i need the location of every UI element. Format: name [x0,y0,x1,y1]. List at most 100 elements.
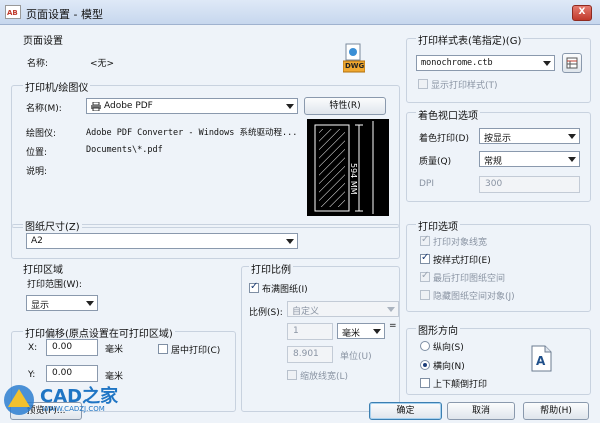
chevron-down-icon [387,307,395,312]
plot-with-styles-checkbox[interactable] [420,252,430,264]
plotter-value: Adobe PDF Converter - Windows 系统驱动程... [86,128,298,138]
autocad-app-icon: AB [5,5,21,19]
paper-size-group-label: 图纸尺寸(Z) [23,218,82,233]
shade-plot-label: 着色打印(D) [419,134,469,144]
close-button[interactable]: X [572,5,592,21]
edit-plot-style-button[interactable] [562,53,582,73]
ok-button[interactable]: 确定 [369,402,442,420]
window-title: 页面设置 - 模型 [26,8,103,21]
landscape-radio[interactable] [420,360,430,370]
display-plot-styles-label: 显示打印样式(T) [431,81,498,91]
plot-with-styles-label: 按样式打印(E) [433,256,491,266]
scale-units-value: 8.901 [293,349,319,359]
plot-paperspace-last-checkbox[interactable] [420,270,430,282]
scale-units-label: 单位(U) [340,352,372,362]
offset-x-value: 0.00 [52,342,73,352]
paper-size-select[interactable]: A2 [26,233,298,249]
hide-paperspace-objects-checkbox[interactable] [420,290,430,300]
plot-object-lineweights-checkbox[interactable] [420,234,430,246]
preview-button[interactable]: 预览(P)... [10,402,82,420]
offset-x-input[interactable]: 0.00 [46,339,98,356]
plot-range-value: 显示 [31,301,50,311]
drawing-orientation-group-label: 图形方向 [416,322,460,337]
center-plot-checkbox[interactable] [158,344,168,354]
chevron-down-icon [373,329,381,334]
plot-offset-group-label: 打印偏移(原点设置在可打印区域) [23,325,175,340]
plot-paperspace-last-label: 最后打印图纸空间 [433,274,506,284]
offset-x-unit: 毫米 [105,345,124,355]
upside-down-label: 上下颠倒打印 [433,380,488,390]
orientation-page-icon: A [531,345,552,372]
edit-table-icon [566,57,578,69]
offset-y-value: 0.00 [52,368,73,378]
portrait-radio[interactable] [420,341,430,351]
scale-inches-input[interactable]: 1 [287,323,333,340]
landscape-label: 横向(N) [433,362,465,372]
quality-select[interactable]: 常规 [479,151,580,167]
chevron-down-icon [286,104,294,109]
offset-y-input[interactable]: 0.00 [46,365,98,382]
scale-inches-value: 1 [293,326,299,336]
printer-properties-button[interactable]: 特性(R) [304,97,386,115]
location-label: 位置: [26,148,48,158]
scale-lineweights-label: 缩放线宽(L) [300,372,349,382]
cancel-button[interactable]: 取消 [447,402,515,420]
orientation-icon-letter: A [536,354,546,368]
help-button[interactable]: 帮助(H) [523,402,589,420]
paper-preview: 594 MM [307,119,389,216]
chevron-down-icon [86,301,94,306]
page-setup-group-label: 页面设置 [23,36,63,47]
page-setup-name-value: <无> [90,59,115,69]
chevron-down-icon [568,157,576,162]
offset-x-label: X: [28,343,38,353]
shade-plot-value: 按显示 [484,134,512,144]
printer-group-label: 打印机/绘图仪 [23,79,91,94]
shaded-viewport-group-label: 着色视口选项 [416,107,480,122]
offset-y-label: Y: [28,370,36,380]
paper-dimension-label: 594 MM [349,163,358,195]
scale-unit-value: 毫米 [342,329,361,339]
plotter-label: 绘图仪: [26,129,57,139]
plot-options-group-label: 打印选项 [416,218,460,233]
title-bar: AB 页面设置 - 模型 X [0,0,600,25]
dwg-icon-label: DWG [345,62,365,70]
shade-plot-select[interactable]: 按显示 [479,128,580,144]
scale-units-input[interactable]: 8.901 [287,346,333,363]
dpi-input[interactable]: 300 [479,176,580,193]
chevron-down-icon [286,239,294,244]
printer-name-select[interactable]: Adobe PDF [86,98,298,114]
chevron-down-icon [568,134,576,139]
upside-down-checkbox[interactable] [420,378,430,388]
hide-paperspace-objects-label: 隐藏图纸空间对象(J) [433,292,515,302]
offset-y-unit: 毫米 [105,372,124,382]
paper-size-value: A2 [31,236,43,246]
printer-name-label: 名称(M): [26,104,62,114]
plot-style-value: monochrome.ctb [421,58,493,68]
plot-scale-group-label: 打印比例 [249,261,293,276]
location-value: Documents\*.pdf [86,145,163,155]
plot-object-lineweights-label: 打印对象线宽 [433,238,488,248]
scale-lineweights-checkbox[interactable] [287,370,297,380]
quality-label: 质量(Q) [419,157,452,167]
description-label: 说明: [26,167,48,177]
scale-label: 比例(S): [249,308,283,318]
plot-area-group-label: 打印区域 [23,265,63,276]
plot-range-label: 打印范围(W): [27,280,82,290]
plot-range-select[interactable]: 显示 [26,295,98,311]
dpi-label: DPI [419,179,435,189]
scale-value: 自定义 [292,307,320,317]
plot-style-select[interactable]: monochrome.ctb [416,55,555,71]
dwg-file-icon: DWG [342,42,366,73]
svg-text:AB: AB [7,9,18,17]
center-plot-label: 居中打印(C) [171,346,221,356]
printer-name-value: Adobe PDF [104,101,153,111]
quality-value: 常规 [484,157,503,167]
dpi-value: 300 [485,179,503,189]
scale-select[interactable]: 自定义 [287,301,399,317]
portrait-label: 纵向(S) [433,343,464,353]
display-plot-styles-checkbox[interactable] [418,79,428,89]
fit-to-paper-checkbox[interactable] [249,281,259,293]
scale-unit-select[interactable]: 毫米 [337,323,385,339]
dialog-body: 页面设置 名称: <无> DWG 打印机/绘图仪 名称(M): Adobe PD… [0,25,600,423]
scale-equals: = [389,321,397,331]
